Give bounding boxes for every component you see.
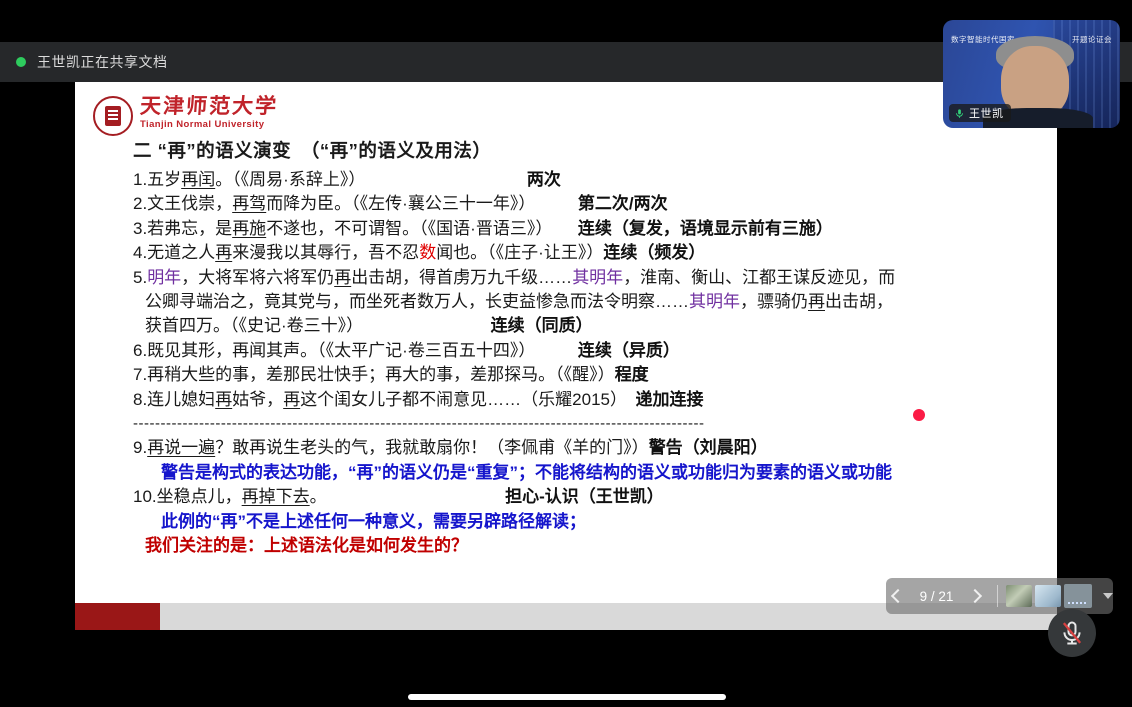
mic-on-icon [954, 108, 965, 119]
slide-line: 6.既见其形，再闻其声。（《太平广记·卷三百五十四》） 连续（异质） [75, 339, 1057, 363]
toolbar-divider [997, 585, 998, 607]
slide-line: 8.连儿媳妇再姑爷，再这个闺女儿子都不闹意见……（乐耀2015） 递加连接 [75, 388, 1057, 412]
thumbnail-dropdown-arrow-icon[interactable] [1103, 593, 1113, 599]
home-indicator[interactable] [408, 694, 726, 700]
sharing-status-text: 王世凯正在共享文档 [37, 52, 168, 72]
footer-red-block [75, 603, 160, 630]
slide-line: 4.无道之人再来漫我以其辱行，吾不忍数闻也。（《庄子·让王》）连续（频发） [75, 241, 1057, 265]
shared-slide: 天津师范大学 Tianjin Normal University 二 “再”的语… [75, 82, 1057, 630]
slide-line: 9.再说一遍？敢再说生老头的气，我就敢扇你！（李佩甫《羊的门》）警告（刘晨阳） [75, 436, 1057, 460]
participant-name-label: 王世凯 [969, 105, 1004, 121]
next-page-button[interactable] [964, 581, 988, 611]
university-name-cn: 天津师范大学 [139, 96, 279, 118]
slide-line: 3.若弗忘，是再施不遂也，不可谓智。（《国语·晋语三》） 连续（复发，语境显示前… [75, 217, 1057, 241]
slide-line: 1.五岁再闰。（《周易·系辞上》） 两次 [75, 168, 1057, 192]
shared-content-thumbnail-2[interactable] [1035, 585, 1061, 607]
prev-page-button[interactable] [886, 581, 910, 611]
slide-line: 我们关注的是：上述语法化是如何发生的？ [75, 534, 1057, 558]
slide-title: 二 “再”的语义演变 （“再”的语义及用法） [133, 137, 491, 163]
chevron-left-icon [891, 589, 905, 603]
university-name-en: Tianjin Normal University [140, 119, 278, 130]
slide-line: 警告是构式的表达功能，“再”的语义仍是“重复”；不能将结构的语义或功能归为要素的… [75, 461, 1057, 485]
participant-name-badge: 王世凯 [949, 104, 1011, 122]
chevron-right-icon [968, 589, 982, 603]
slide-line: 5.明年，大将军将六将军仍再出击胡，得首虏万九千级……其明年，淮南、衡山、江都王… [75, 266, 1057, 290]
mic-button[interactable] [1048, 609, 1096, 657]
sharing-status-dot [16, 57, 26, 67]
slide-line: 10.坐稳点儿，再掉下去。 担心-认识（王世凯） [75, 485, 1057, 509]
slide-body: 1.五岁再闰。（《周易·系辞上》） 两次2.文王伐崇，再驾而降为臣。（《左传·襄… [75, 168, 1057, 559]
webcam-banner-right-text: 开题论证会 [1072, 34, 1112, 45]
slide-line: ----------------------------------------… [75, 412, 1057, 436]
mic-muted-icon [1058, 619, 1086, 647]
shared-content-thumbnail-3[interactable] [1064, 584, 1092, 608]
webcam-video-tile[interactable]: 数字智能时代国家 开题论证会 王世凯 [943, 20, 1120, 128]
slide-line: 公卿寻端治之，竟其党与，而坐死者数万人，长吏益惨急而法令明察……其明年，骠骑仍再… [75, 290, 1057, 314]
page-indicator: 9 / 21 [914, 589, 960, 604]
university-seal-icon [93, 96, 133, 136]
slide-line: 7.再稍大些的事，差那民壮快手；再大的事，差那探马。（《醒》）程度 [75, 363, 1057, 387]
shared-content-thumbnail-1[interactable] [1006, 585, 1032, 607]
slide-line: 此例的“再”不是上述任何一种意义，需要另辟路径解读； [75, 510, 1057, 534]
slide-line: 获首四万。（《史记·卷三十》） 连续（同质） [75, 314, 1057, 338]
laser-pointer-dot [913, 409, 925, 421]
page-nav-toolbar: 9 / 21 [886, 578, 1113, 614]
university-logo: 天津师范大学 Tianjin Normal University [93, 96, 278, 136]
slide-line: 2.文王伐崇，再驾而降为臣。（《左传·襄公三十一年》） 第二次/两次 [75, 192, 1057, 216]
